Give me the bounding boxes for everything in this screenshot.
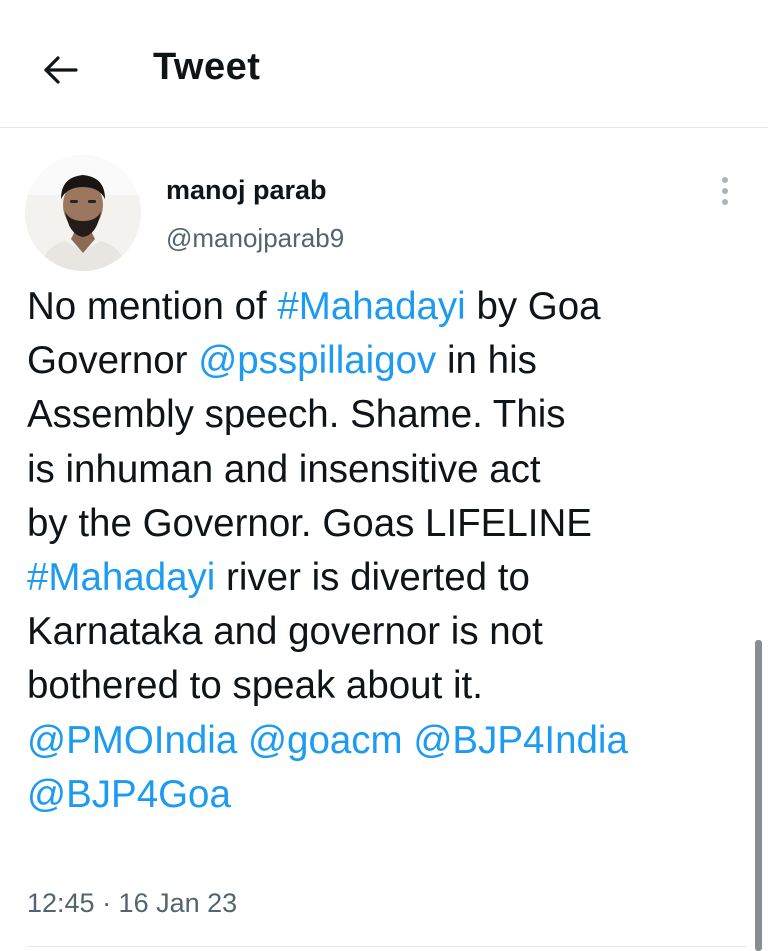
tweet-text-segment bbox=[237, 719, 248, 762]
tweet-text-segment: river is diverted to bbox=[215, 555, 530, 599]
tweet-text-segment bbox=[403, 719, 414, 762]
tweet-line: Governor @psspillaigov in his bbox=[27, 334, 747, 388]
tweet-line: @PMOIndia @goacm @BJP4India bbox=[27, 714, 747, 768]
tweet-line: No mention of #Mahadayi by Goa bbox=[27, 280, 747, 334]
tweet-text-segment: by the Governor. Goas LIFELINE bbox=[27, 501, 592, 545]
tweet-text-segment: Governor bbox=[27, 339, 199, 383]
tweet-line: by the Governor. Goas LIFELINE bbox=[27, 497, 747, 551]
tweet-line: @BJP4Goa bbox=[27, 768, 747, 822]
tweet-text: No mention of #Mahadayi by Goa Governor @… bbox=[27, 280, 747, 822]
divider bbox=[27, 946, 747, 947]
more-options-button[interactable] bbox=[715, 174, 735, 208]
author-handle[interactable]: @manojparab9 bbox=[166, 223, 344, 254]
tweet-line: is inhuman and insensitive act bbox=[27, 443, 747, 497]
tweet-text-segment: is inhuman and insensitive act bbox=[27, 447, 541, 491]
mention-link[interactable]: @BJP4Goa bbox=[27, 773, 231, 816]
tweet-text-segment: Assembly speech. Shame. This bbox=[27, 393, 566, 437]
tweet-text-segment: bothered to speak about it. bbox=[27, 664, 483, 708]
mention-link[interactable]: @goacm bbox=[248, 719, 403, 762]
arrow-left-icon bbox=[44, 56, 78, 84]
avatar[interactable] bbox=[25, 155, 141, 271]
tweet-text-segment: No mention of bbox=[27, 285, 278, 328]
hashtag-link[interactable]: #Mahadayi bbox=[277, 285, 465, 328]
mention-link[interactable]: @BJP4India bbox=[413, 719, 628, 762]
more-vertical-icon bbox=[715, 177, 735, 205]
hashtag-link[interactable]: #Mahadayi bbox=[27, 556, 215, 599]
tweet-line: Assembly speech. Shame. This bbox=[27, 388, 747, 442]
tweet-text-segment: in his bbox=[436, 339, 537, 383]
tweet-text-segment: Karnataka and governor is not bbox=[27, 610, 543, 654]
tweet-timestamp[interactable]: 12:45 · 16 Jan 23 bbox=[27, 888, 237, 919]
profile-photo bbox=[25, 155, 141, 271]
back-button[interactable] bbox=[40, 50, 80, 90]
tweet-line: #Mahadayi river is diverted to bbox=[27, 551, 747, 605]
tweet-text-segment: by Goa bbox=[465, 285, 601, 328]
top-bar: Tweet bbox=[0, 0, 768, 128]
page-title: Tweet bbox=[153, 46, 261, 88]
scrollbar[interactable] bbox=[755, 640, 762, 951]
mention-link[interactable]: @PMOIndia bbox=[27, 719, 237, 762]
author-name[interactable]: manoj parab bbox=[166, 175, 327, 206]
tweet-line: bothered to speak about it. bbox=[27, 659, 747, 713]
mention-link[interactable]: @psspillaigov bbox=[198, 339, 436, 382]
tweet-line: Karnataka and governor is not bbox=[27, 605, 747, 659]
